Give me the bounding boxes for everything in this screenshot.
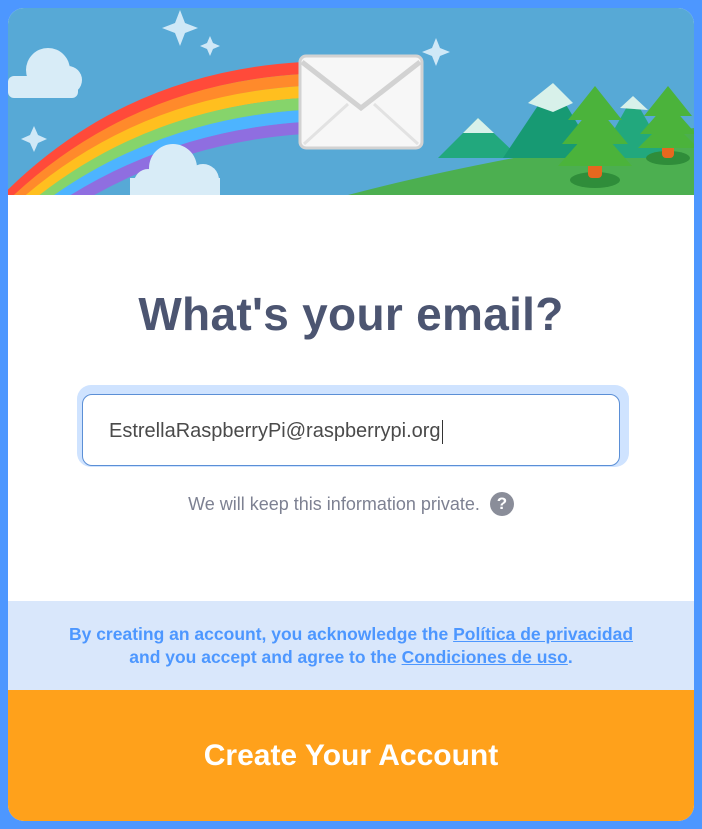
legal-line-2: and you accept and agree to the Condicio… bbox=[129, 646, 572, 669]
privacy-policy-link[interactable]: Política de privacidad bbox=[453, 624, 633, 644]
create-account-button[interactable]: Create Your Account bbox=[8, 690, 694, 821]
email-field[interactable]: EstrellaRaspberryPi@raspberrypi.org bbox=[82, 394, 620, 466]
signup-modal: What's your email? EstrellaRaspberryPi@r… bbox=[8, 8, 694, 821]
legal-line-2-text: and you accept and agree to the bbox=[129, 646, 402, 667]
legal-line-2-period: . bbox=[567, 646, 573, 667]
page-title: What's your email? bbox=[138, 288, 564, 340]
legal-line-1: By creating an account, you acknowledge … bbox=[69, 623, 633, 646]
text-caret bbox=[441, 419, 443, 444]
privacy-text: We will keep this information private. bbox=[188, 493, 480, 514]
terms-of-use-link[interactable]: Condiciones de uso bbox=[402, 647, 568, 667]
question-mark-icon[interactable]: ? bbox=[489, 492, 514, 516]
legal-line-1-text: By creating an account, you acknowledge … bbox=[68, 623, 454, 644]
email-field-value: EstrellaRaspberryPi@raspberrypi.org bbox=[109, 420, 441, 442]
envelope-icon bbox=[298, 54, 424, 150]
email-step-content: What's your email? EstrellaRaspberryPi@r… bbox=[8, 195, 694, 601]
privacy-note: We will keep this information private. ? bbox=[8, 492, 694, 516]
banner-illustration bbox=[8, 8, 694, 195]
legal-notice: By creating an account, you acknowledge … bbox=[8, 601, 694, 690]
